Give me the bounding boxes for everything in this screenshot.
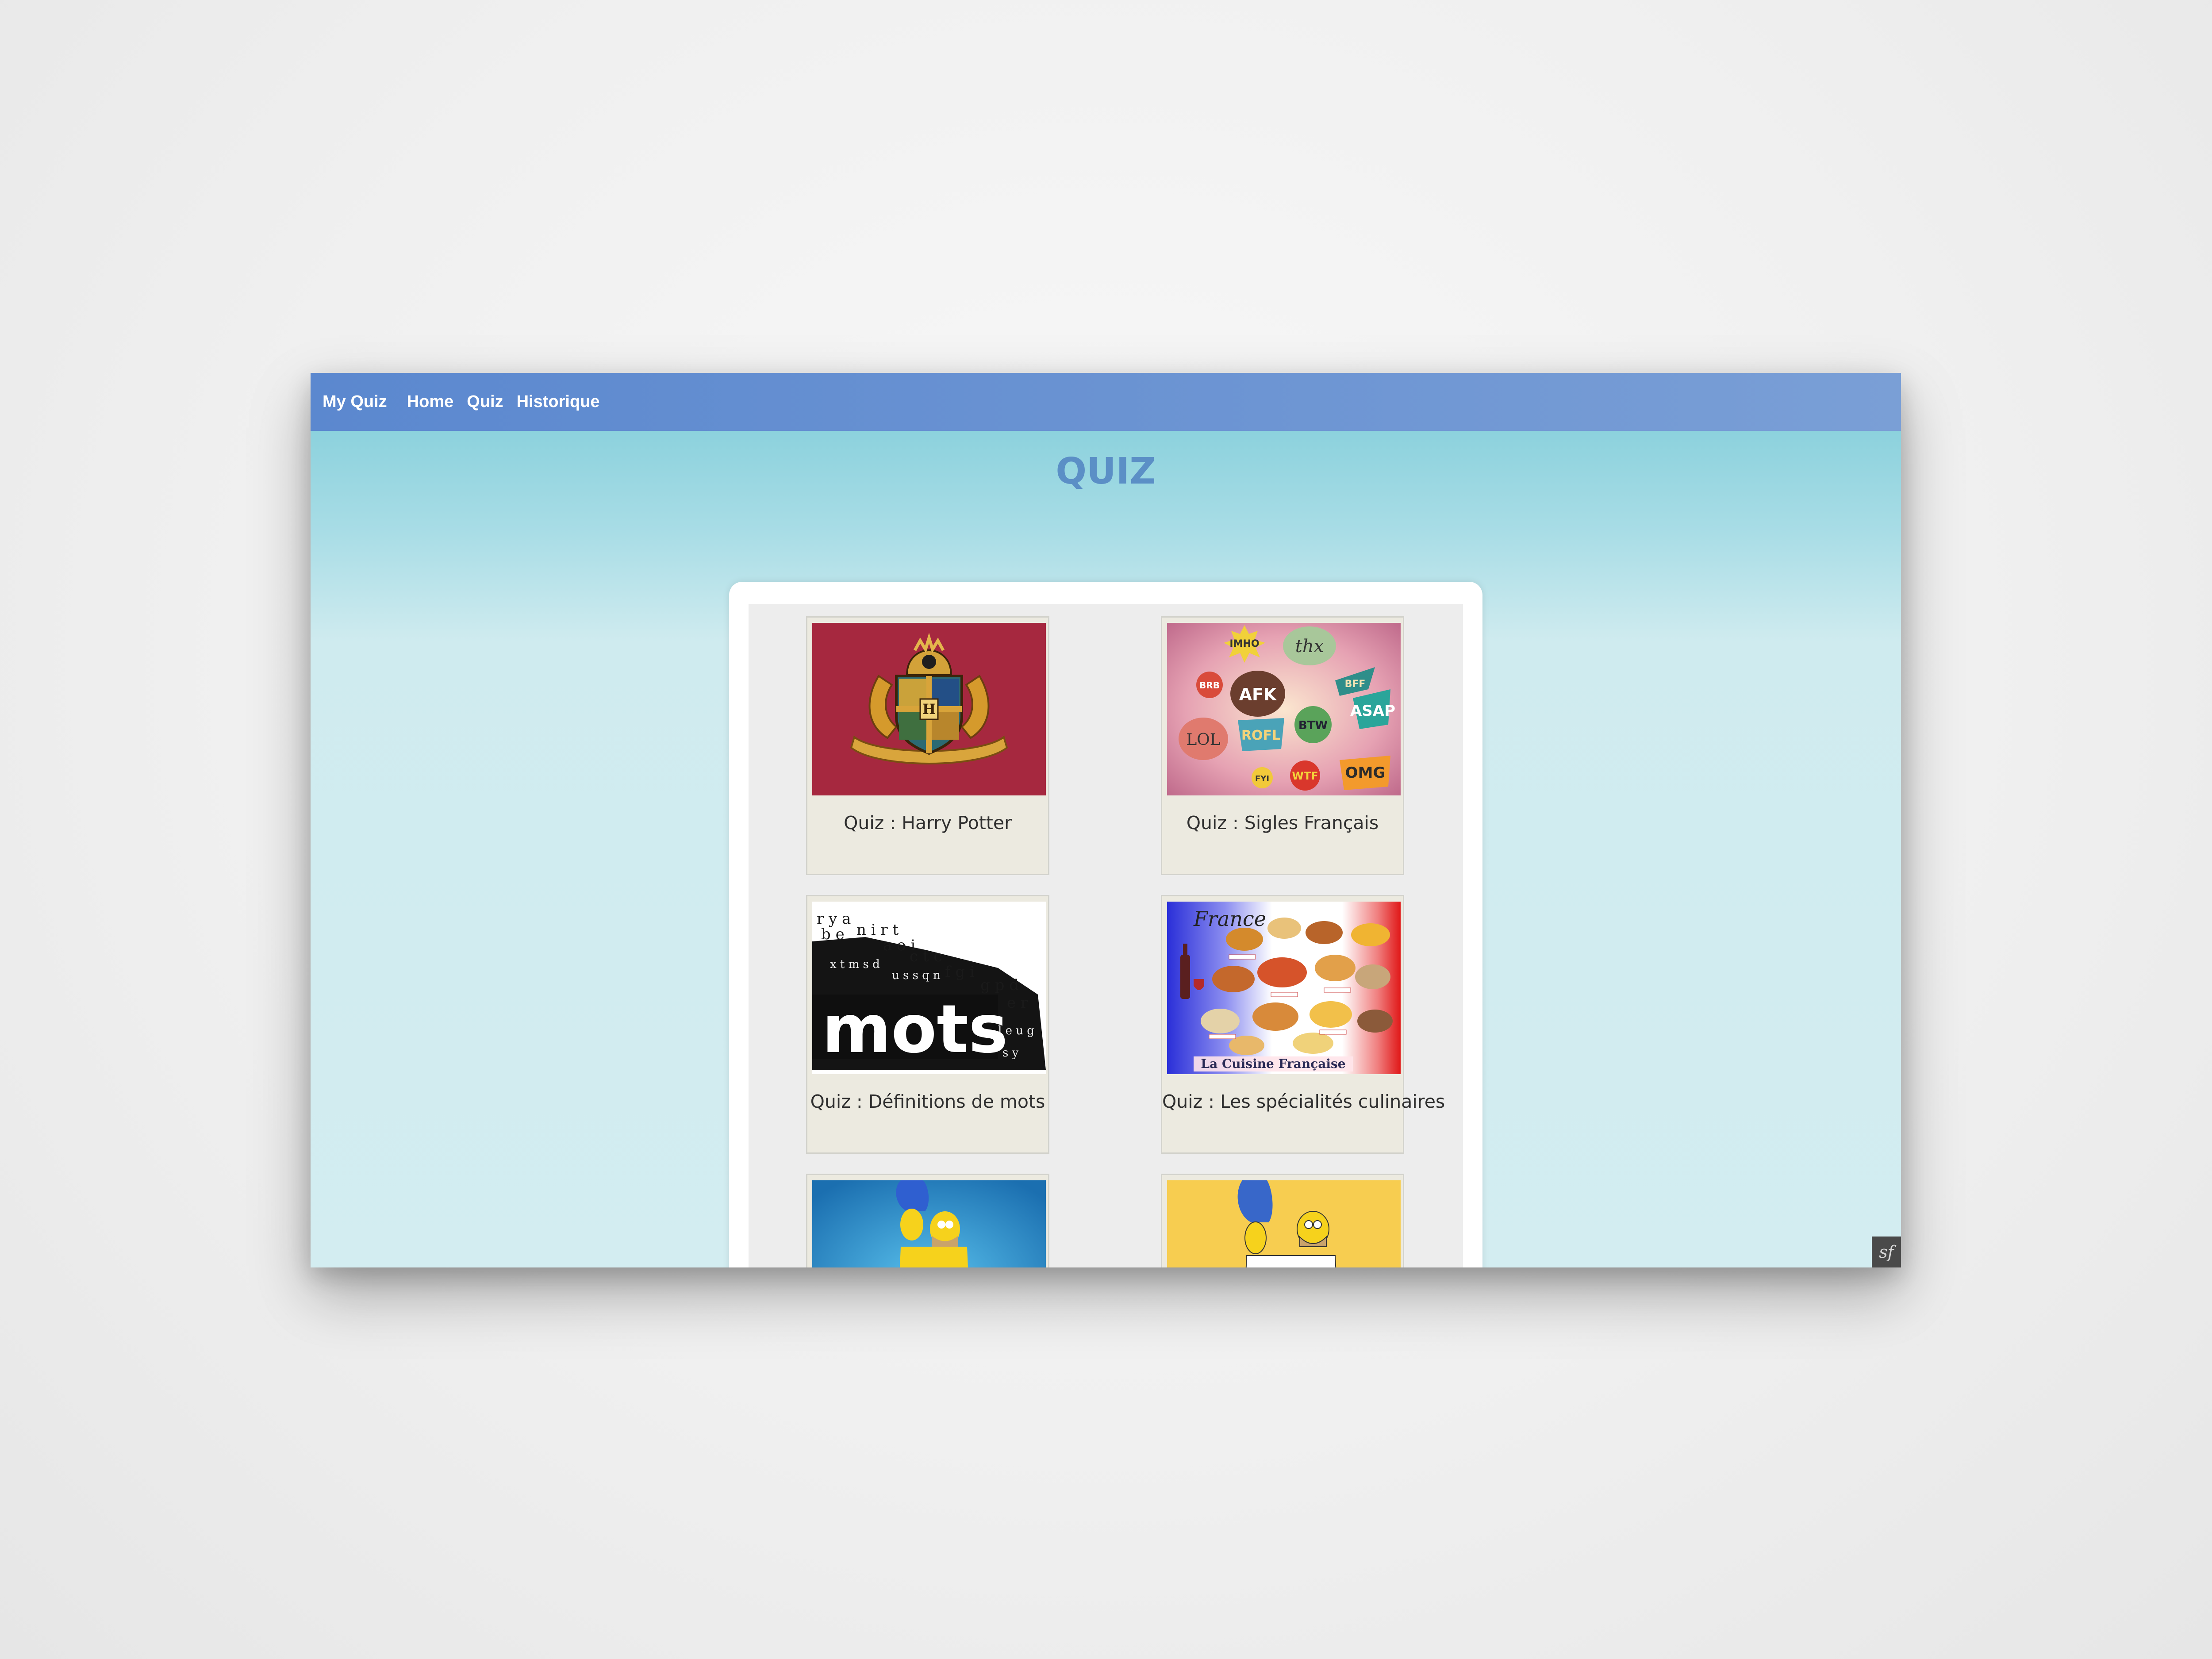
svg-text:H: H — [922, 701, 936, 718]
svg-text:France: France — [1193, 907, 1266, 931]
nav-link-historique[interactable]: Historique — [517, 392, 600, 411]
svg-text:WTF: WTF — [1292, 770, 1318, 782]
hogwarts-crest-image: H — [812, 623, 1046, 795]
simpsons-blue-image — [812, 1180, 1046, 1267]
brand-link[interactable]: My Quiz — [323, 392, 387, 411]
svg-text:OMG: OMG — [1345, 764, 1386, 782]
svg-text:e r: e r — [1007, 994, 1028, 1012]
svg-text:r y a: r y a — [817, 910, 851, 928]
svg-text:LOL: LOL — [1186, 731, 1220, 749]
symfony-icon: sf — [1879, 1242, 1894, 1262]
nav-link-quiz[interactable]: Quiz — [467, 392, 503, 411]
svg-text:thx: thx — [1295, 636, 1324, 657]
quiz-card-specialites-culinaires[interactable]: France La Cuisine Française Quiz: Les s… — [1161, 895, 1445, 1154]
top-navbar: My Quiz Home Quiz Historique — [311, 373, 1901, 431]
nav-link-home[interactable]: Home — [407, 392, 454, 411]
quiz-card-harry-potter[interactable]: H Quiz : Harry Potter — [806, 616, 1049, 875]
svg-text:ROFL: ROFL — [1241, 728, 1280, 743]
french-cuisine-poster-image: France La Cuisine Française — [1167, 902, 1401, 1074]
svg-text:La Cuisine Française: La Cuisine Française — [1201, 1056, 1345, 1071]
quiz-card-simpsons-blue[interactable] — [806, 1174, 1049, 1267]
svg-text:BFF: BFF — [1345, 679, 1366, 690]
mots-letters-image: r y a b e n i r t a o i c t c f g i g p … — [812, 902, 1046, 1074]
svg-text:BRB: BRB — [1199, 680, 1220, 691]
simpsons-yellow-image — [1167, 1180, 1401, 1267]
quiz-card-sigles-francais[interactable]: IMHO thx BRB AFK BFF ASAP LOL ROFL BTW F… — [1161, 616, 1404, 875]
quiz-card-definitions-de-mots[interactable]: r y a b e n i r t a o i c t c f g i g p … — [806, 895, 1049, 1154]
svg-text:n i r t: n i r t — [856, 921, 899, 939]
svg-text:b e: b e — [821, 926, 845, 943]
page-title: QUIZ — [1056, 450, 1156, 492]
svg-text:AFK: AFK — [1239, 685, 1277, 704]
quiz-grid: H Quiz : Harry Potter IMHO thx BRB AFK B… — [749, 604, 1463, 1267]
quiz-card-caption: Quiz : Les spécialités culinaires — [1162, 1091, 1445, 1112]
quiz-card-simpsons-yellow[interactable] — [1161, 1174, 1404, 1267]
quiz-card-caption: Quiz : Sigles Français — [1186, 812, 1379, 833]
svg-text:f g i: f g i — [945, 963, 975, 981]
svg-text:c t c: c t c — [910, 948, 942, 965]
svg-text:mots: mots — [822, 991, 1008, 1068]
svg-text:IMHO: IMHO — [1229, 638, 1259, 649]
svg-text:BTW: BTW — [1298, 719, 1328, 732]
quiz-list-panel: H Quiz : Harry Potter IMHO thx BRB AFK B… — [729, 582, 1482, 1267]
symfony-debug-toolbar-toggle[interactable]: sf — [1872, 1237, 1901, 1267]
svg-text:FYI: FYI — [1255, 774, 1269, 783]
svg-text:x t m s d: x t m s d — [830, 958, 880, 971]
quiz-card-caption: Quiz : Harry Potter — [844, 812, 1012, 833]
acronym-speech-bubbles-image: IMHO thx BRB AFK BFF ASAP LOL ROFL BTW F… — [1167, 623, 1401, 795]
browser-viewport: My Quiz Home Quiz Historique QUIZ H Quiz… — [311, 373, 1901, 1267]
quiz-card-caption: Quiz : Définitions de mots — [810, 1091, 1045, 1112]
svg-text:ASAP: ASAP — [1350, 702, 1395, 720]
svg-text:u s s q n: u s s q n — [892, 969, 941, 982]
